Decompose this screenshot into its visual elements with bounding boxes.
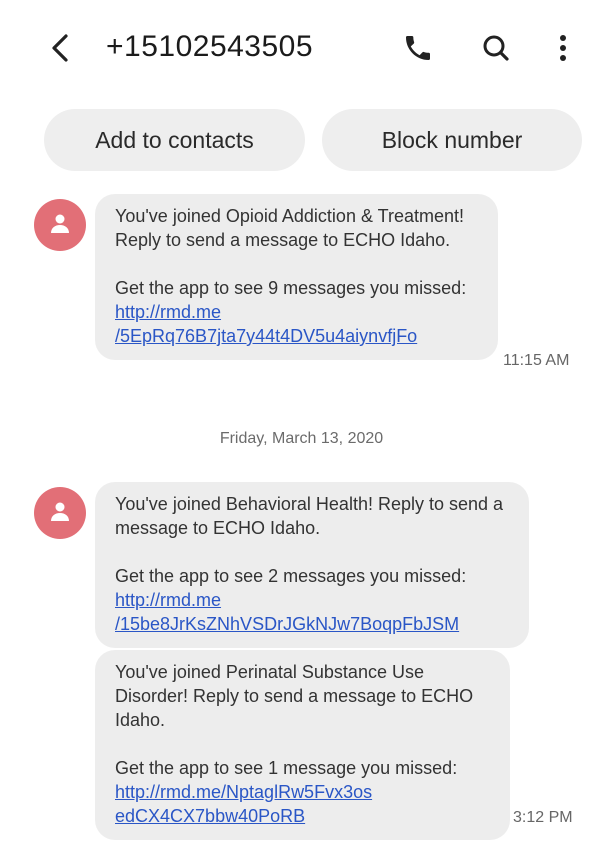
message-bubble[interactable]: You've joined Opioid Addiction & Treatme…: [95, 194, 498, 360]
message-link[interactable]: http://rmd.me /15be8JrKsZNhVSDrJGkNJw7Bo…: [115, 590, 459, 634]
conversation-title: +15102543505: [106, 30, 314, 63]
person-icon: [49, 500, 71, 527]
back-arrow-icon: [49, 33, 71, 68]
message-text: You've joined Behavioral Health! Reply t…: [115, 494, 504, 538]
search-icon: [481, 33, 511, 68]
message-text: You've joined Opioid Addiction & Treatme…: [115, 206, 464, 250]
message-text: You've joined Perinatal Substance Use Di…: [115, 662, 474, 730]
message-link[interactable]: http://rmd.me /5EpRq76B7jta7y44t4DV5u4ai…: [115, 302, 417, 346]
message-text: Get the app to see 1 message you missed:…: [115, 758, 458, 826]
back-button[interactable]: [42, 28, 78, 72]
message-timestamp: 3:12 PM: [513, 809, 573, 826]
add-to-contacts-button[interactable]: Add to contacts: [44, 109, 305, 171]
message-text: Get the app to see 9 messages you missed…: [115, 278, 467, 346]
message-text: Get the app to see 2 messages you missed…: [115, 566, 467, 634]
search-button[interactable]: [476, 28, 516, 72]
message-bubble[interactable]: You've joined Behavioral Health! Reply t…: [95, 482, 529, 648]
more-options-button[interactable]: [543, 28, 583, 72]
more-vert-icon: [558, 33, 568, 68]
message-link[interactable]: http://rmd.me/NptaglRw5Fvx3os edCX4CX7bb…: [115, 782, 372, 826]
phone-icon: [402, 32, 434, 69]
avatar[interactable]: [34, 199, 86, 251]
message-bubble[interactable]: You've joined Perinatal Substance Use Di…: [95, 650, 510, 840]
top-app-bar: +15102543505: [0, 0, 603, 100]
person-icon: [49, 212, 71, 239]
date-separator: Friday, March 13, 2020: [219, 430, 384, 447]
avatar[interactable]: [34, 487, 86, 539]
message-timestamp: 11:15 AM: [503, 352, 570, 369]
block-number-button[interactable]: Block number: [322, 109, 582, 171]
call-button[interactable]: [398, 28, 438, 72]
